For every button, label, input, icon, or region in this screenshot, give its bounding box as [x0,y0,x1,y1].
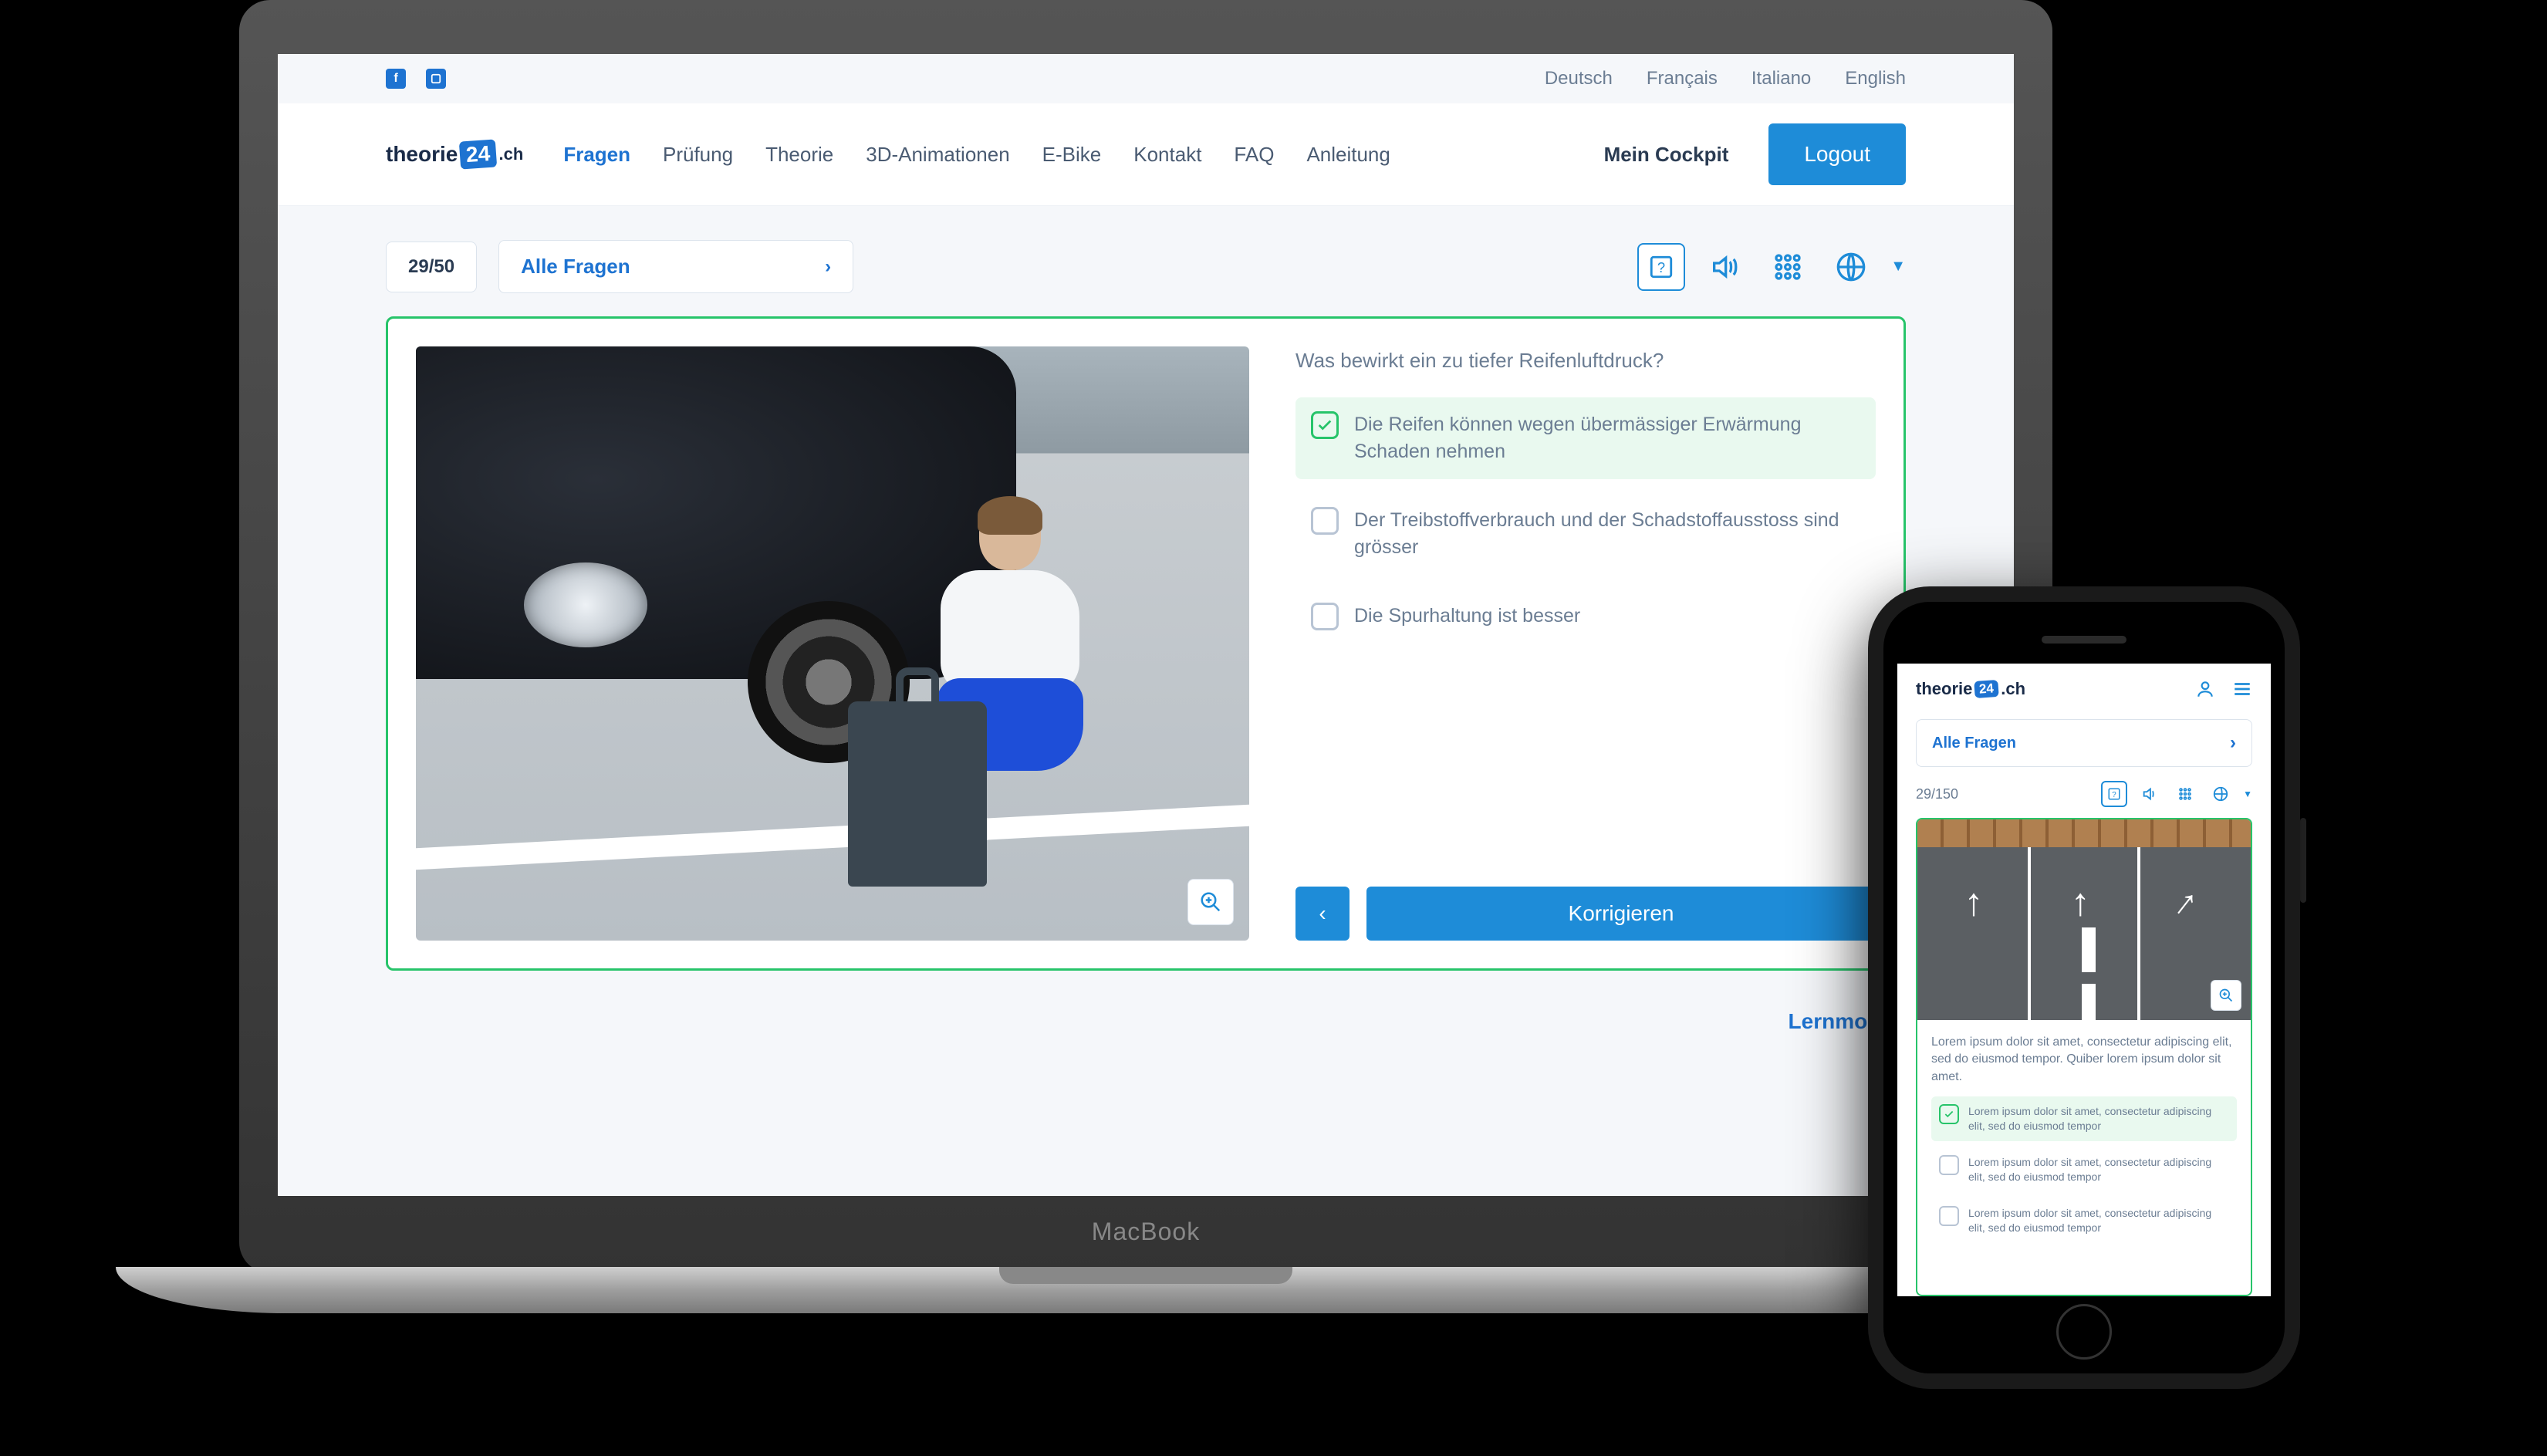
logout-button[interactable]: Logout [1768,123,1906,185]
macbook-label: MacBook [239,1218,2052,1246]
category-dropdown[interactable]: Alle Fragen › [1916,719,2252,767]
logo-badge: 24 [1974,680,1999,698]
nav-pruefung[interactable]: Prüfung [663,143,733,167]
nav-theorie[interactable]: Theorie [765,143,833,167]
logo-suffix: .ch [499,144,524,164]
answer-option[interactable]: Lorem ipsum dolor sit amet, consectetur … [1931,1096,2237,1141]
question-text: Was bewirkt ein zu tiefer Reifenluftdruc… [1295,346,1876,374]
chevron-right-icon: › [2230,732,2236,754]
home-button[interactable] [2056,1304,2112,1360]
checkbox-checked-icon[interactable] [1311,411,1339,439]
caret-down-icon[interactable]: ▼ [1890,258,1906,275]
logo-suffix: .ch [2001,679,2025,699]
answer-option[interactable]: Die Reifen können wegen übermässiger Erw… [1295,397,1876,479]
mobile-navbar: theorie 24 .ch [1897,664,2271,714]
globe-icon[interactable] [2208,781,2234,807]
answer-option[interactable]: Lorem ipsum dolor sit amet, consectetur … [1931,1198,2237,1243]
caret-down-icon[interactable]: ▼ [2243,789,2252,799]
help-icon[interactable]: ? [2101,781,2127,807]
logo-prefix: theorie [386,142,458,167]
category-label: Alle Fragen [1932,735,2016,752]
topbar: f Deutsch Français Italiano English [278,54,2014,103]
logo-badge: 24 [459,139,498,169]
logo[interactable]: theorie 24 .ch [386,140,523,168]
answer-text: Lorem ipsum dolor sit amet, consectetur … [1968,1104,2229,1133]
answer-option[interactable]: Der Treibstoffverbrauch und der Schadsto… [1295,493,1876,575]
menu-icon[interactable] [2232,679,2252,699]
nav-cockpit[interactable]: Mein Cockpit [1604,143,1729,167]
question-counter: 29/50 [386,242,477,292]
nav-kontakt[interactable]: Kontakt [1133,143,1201,167]
submit-button[interactable]: Korrigieren [1366,887,1876,941]
social-icon-2[interactable] [426,69,446,89]
category-label: Alle Fragen [521,255,630,279]
svg-text:?: ? [2112,791,2116,799]
answer-option[interactable]: Lorem ipsum dolor sit amet, consectetur … [1931,1147,2237,1192]
answer-option[interactable]: Die Spurhaltung ist besser [1295,589,1876,644]
audio-icon[interactable] [2137,781,2163,807]
grid-icon[interactable] [2172,781,2198,807]
audio-icon[interactable] [1701,243,1748,291]
checkbox-icon[interactable] [1311,507,1339,535]
zoom-in-icon[interactable] [2211,980,2241,1011]
question-card: Was bewirkt ein zu tiefer Reifenluftdruc… [386,316,1906,971]
nav-anleitung[interactable]: Anleitung [1306,143,1390,167]
facebook-icon[interactable]: f [386,69,406,89]
checkbox-checked-icon[interactable] [1939,1104,1959,1124]
desktop-app: f Deutsch Français Italiano English [278,54,2014,1196]
grid-icon[interactable] [1764,243,1812,291]
lernmodus-link[interactable]: Lernmodus [278,994,2014,1065]
nav-fragen[interactable]: Fragen [563,143,630,167]
lang-en[interactable]: English [1845,68,1906,90]
language-switcher: Deutsch Français Italiano English [1545,68,1906,90]
mobile-toolbar: 29/150 ? [1897,781,2271,818]
category-dropdown[interactable]: Alle Fragen › [498,240,853,293]
checkbox-icon[interactable] [1939,1155,1959,1175]
question-image: ↑ ↑ ↑ [1917,819,2251,1020]
svg-text:?: ? [1657,259,1665,275]
question-card: ↑ ↑ ↑ Lorem ipsum dolor sit amet, consec… [1916,818,2252,1296]
help-icon[interactable]: ? [1637,243,1685,291]
iphone-mockup: theorie 24 .ch [1868,586,2300,1389]
answer-text: Die Reifen können wegen übermässiger Erw… [1354,411,1860,465]
lang-it[interactable]: Italiano [1751,68,1811,90]
answer-text: Die Spurhaltung ist besser [1354,603,1580,630]
chevron-right-icon: › [825,256,831,278]
logo-prefix: theorie [1916,679,1972,699]
lang-fr[interactable]: Français [1647,68,1718,90]
question-toolbar: 29/50 Alle Fragen › ? [278,206,2014,316]
globe-icon[interactable] [1827,243,1875,291]
answer-text: Lorem ipsum dolor sit amet, consectetur … [1968,1155,2229,1184]
nav-faq[interactable]: FAQ [1234,143,1274,167]
nav-ebike[interactable]: E-Bike [1042,143,1102,167]
user-icon[interactable] [2195,679,2215,699]
question-image [416,346,1249,941]
zoom-in-icon[interactable] [1187,879,1234,925]
macbook-mockup: f Deutsch Français Italiano English [239,0,2052,1327]
lang-de[interactable]: Deutsch [1545,68,1613,90]
answer-text: Lorem ipsum dolor sit amet, consectetur … [1968,1206,2229,1235]
question-text: Lorem ipsum dolor sit amet, consectetur … [1931,1034,2237,1086]
navbar: theorie 24 .ch Fragen Prüfung Theorie 3D… [278,103,2014,206]
question-counter: 29/150 [1916,786,1958,802]
question-image-wrap [416,346,1249,941]
checkbox-icon[interactable] [1311,603,1339,630]
logo[interactable]: theorie 24 .ch [1916,679,2025,699]
previous-button[interactable]: ‹ [1295,887,1350,941]
answer-text: Der Treibstoffverbrauch und der Schadsto… [1354,507,1860,561]
nav-3d[interactable]: 3D-Animationen [866,143,1009,167]
checkbox-icon[interactable] [1939,1206,1959,1226]
nav-links: Fragen Prüfung Theorie 3D-Animationen E-… [563,143,1563,167]
mobile-app: theorie 24 .ch [1897,664,2271,1296]
